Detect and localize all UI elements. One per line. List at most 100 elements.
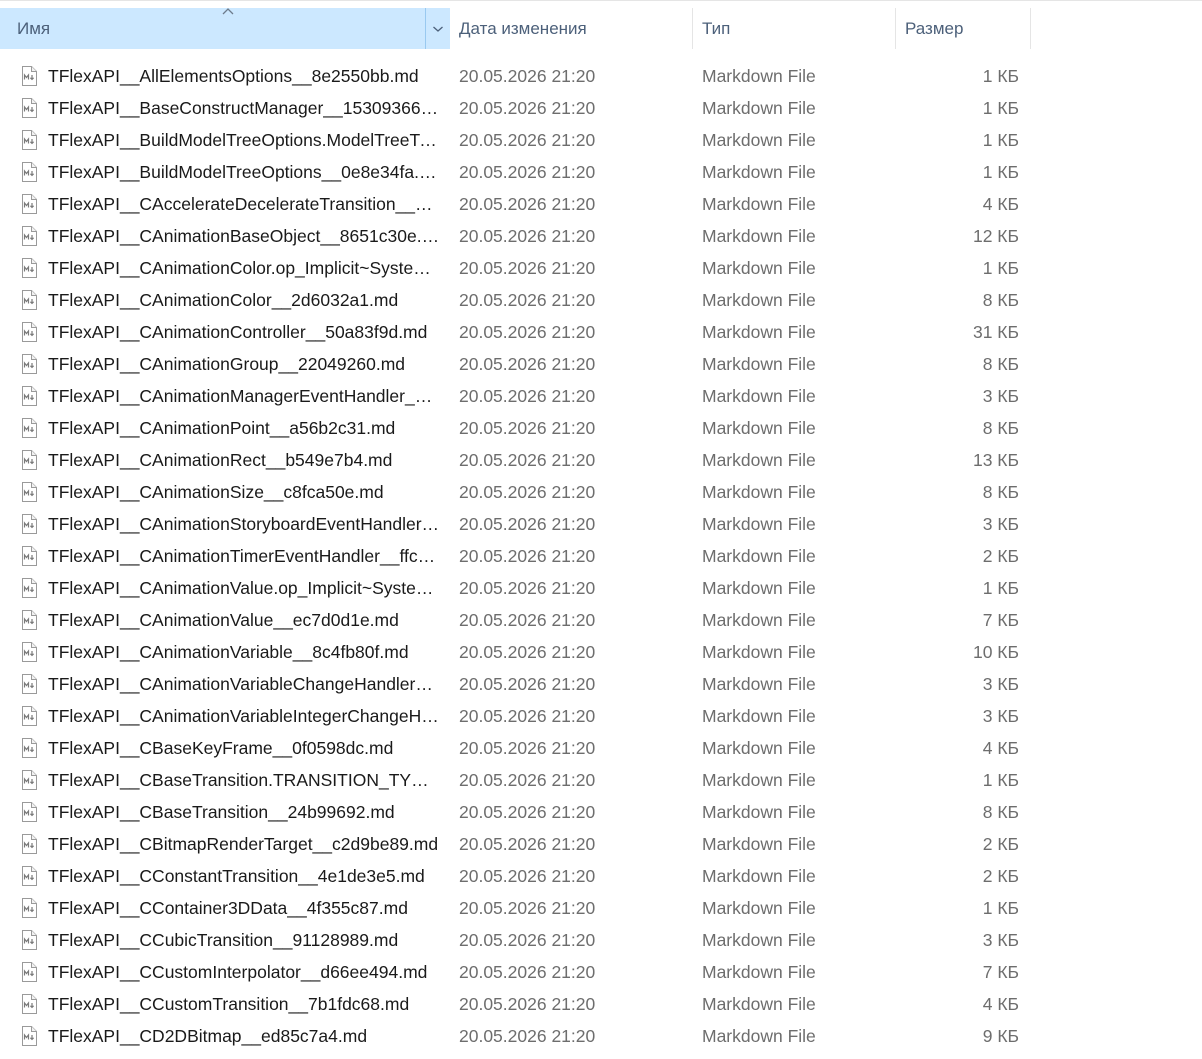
file-name[interactable]: TFlexAPI__CAnimationVariable__8c4fb80f.m…	[48, 636, 440, 668]
file-row[interactable]: TFlexAPI__CContainer3DData__4f355c87.md 2…	[0, 892, 1030, 924]
file-type: Markdown File	[702, 738, 816, 758]
file-name[interactable]: TFlexAPI__CBitmapRenderTarget__c2d9be89.…	[48, 828, 440, 860]
file-size: 2 КБ	[982, 546, 1019, 566]
file-row[interactable]: TFlexAPI__CAnimationVariableChangeHandle…	[0, 668, 1030, 700]
file-name[interactable]: TFlexAPI__CCustomTransition__7b1fdc68.md	[48, 988, 440, 1020]
file-name[interactable]: TFlexAPI__BaseConstructManager__15309366…	[48, 92, 440, 124]
file-name[interactable]: TFlexAPI__BuildModelTreeOptions__0e8e34f…	[48, 156, 440, 188]
column-menu-button[interactable]	[426, 8, 450, 49]
file-name[interactable]: TFlexAPI__CBaseKeyFrame__0f0598dc.md	[48, 732, 440, 764]
file-size: 9 КБ	[982, 1026, 1019, 1046]
file-size: 7 КБ	[982, 610, 1019, 630]
file-name[interactable]: TFlexAPI__CAnimationRect__b549e7b4.md	[48, 444, 440, 476]
file-row[interactable]: TFlexAPI__CAnimationVariableIntegerChang…	[0, 700, 1030, 732]
file-name[interactable]: TFlexAPI__CAnimationColor__2d6032a1.md	[48, 284, 440, 316]
file-row[interactable]: TFlexAPI__CAnimationGroup__22049260.md 20…	[0, 348, 1030, 380]
file-row[interactable]: TFlexAPI__CAnimationStoryboardEventHandl…	[0, 508, 1030, 540]
file-row[interactable]: TFlexAPI__CAnimationColor__2d6032a1.md 20…	[0, 284, 1030, 316]
file-name[interactable]: TFlexAPI__CAnimationVariableIntegerChang…	[48, 700, 440, 732]
file-type: Markdown File	[702, 866, 816, 886]
file-name[interactable]: TFlexAPI__BuildModelTreeOptions.ModelTre…	[48, 124, 440, 156]
markdown-file-icon	[21, 258, 37, 278]
file-name[interactable]: TFlexAPI__AllElementsOptions__8e2550bb.m…	[48, 60, 440, 92]
file-size: 3 КБ	[982, 514, 1019, 534]
file-name[interactable]: TFlexAPI__CAnimationColor.op_Implicit~Sy…	[48, 252, 440, 284]
file-type: Markdown File	[702, 98, 816, 118]
file-name[interactable]: TFlexAPI__CConstantTransition__4e1de3e5.…	[48, 860, 440, 892]
column-header-type[interactable]: Тип	[692, 8, 895, 49]
file-row[interactable]: TFlexAPI__CBaseTransition__24b99692.md 20…	[0, 796, 1030, 828]
file-row[interactable]: TFlexAPI__CAnimationBaseObject__8651c30e…	[0, 220, 1030, 252]
column-header-name[interactable]: Имя	[0, 8, 450, 49]
file-row[interactable]: TFlexAPI__CAnimationTimerEventHandler__f…	[0, 540, 1030, 572]
file-name[interactable]: TFlexAPI__CAnimationManagerEventHandler_…	[48, 380, 440, 412]
file-row[interactable]: TFlexAPI__CAnimationValue.op_Implicit~Sy…	[0, 572, 1030, 604]
markdown-file-icon	[21, 546, 37, 566]
file-name[interactable]: TFlexAPI__CAnimationGroup__22049260.md	[48, 348, 440, 380]
file-name[interactable]: TFlexAPI__CD2DBitmap__ed85c7a4.md	[48, 1020, 440, 1052]
file-size: 1 КБ	[982, 66, 1019, 86]
file-name[interactable]: TFlexAPI__CCubicTransition__91128989.md	[48, 924, 440, 956]
file-row[interactable]: TFlexAPI__CAccelerateDecelerateTransitio…	[0, 188, 1030, 220]
file-type: Markdown File	[702, 578, 816, 598]
file-name[interactable]: TFlexAPI__CAnimationController__50a83f9d…	[48, 316, 440, 348]
file-name[interactable]: TFlexAPI__CCustomInterpolator__d66ee494.…	[48, 956, 440, 988]
file-size: 3 КБ	[982, 930, 1019, 950]
file-type: Markdown File	[702, 258, 816, 278]
file-name[interactable]: TFlexAPI__CAnimationSize__c8fca50e.md	[48, 476, 440, 508]
file-name[interactable]: TFlexAPI__CAnimationVariableChangeHandle…	[48, 668, 440, 700]
file-size: 4 КБ	[982, 994, 1019, 1014]
file-name[interactable]: TFlexAPI__CAnimationBaseObject__8651c30e…	[48, 220, 440, 252]
markdown-file-icon	[21, 162, 37, 182]
file-row[interactable]: TFlexAPI__CCustomInterpolator__d66ee494.…	[0, 956, 1030, 988]
file-size: 2 КБ	[982, 834, 1019, 854]
file-name[interactable]: TFlexAPI__CBaseTransition__24b99692.md	[48, 796, 440, 828]
file-name[interactable]: TFlexAPI__CAnimationTimerEventHandler__f…	[48, 540, 440, 572]
file-type: Markdown File	[702, 802, 816, 822]
file-date-modified: 20.05.2026 21:20	[459, 898, 596, 918]
file-date-modified: 20.05.2026 21:20	[459, 482, 596, 502]
file-date-modified: 20.05.2026 21:20	[459, 994, 596, 1014]
file-name[interactable]: TFlexAPI__CAnimationValue__ec7d0d1e.md	[48, 604, 440, 636]
file-row[interactable]: TFlexAPI__CCustomTransition__7b1fdc68.md…	[0, 988, 1030, 1020]
file-row[interactable]: TFlexAPI__CAnimationManagerEventHandler_…	[0, 380, 1030, 412]
file-row[interactable]: TFlexAPI__CAnimationPoint__a56b2c31.md 20…	[0, 412, 1030, 444]
file-date-modified: 20.05.2026 21:20	[459, 834, 596, 854]
file-row[interactable]: TFlexAPI__AllElementsOptions__8e2550bb.m…	[0, 60, 1030, 92]
file-row[interactable]: TFlexAPI__CAnimationRect__b549e7b4.md 20.…	[0, 444, 1030, 476]
column-header-size[interactable]: Размер	[895, 8, 1030, 49]
file-name[interactable]: TFlexAPI__CContainer3DData__4f355c87.md	[48, 892, 440, 924]
file-name[interactable]: TFlexAPI__CAccelerateDecelerateTransitio…	[48, 188, 440, 220]
file-row[interactable]: TFlexAPI__CD2DBitmap__ed85c7a4.md 20.05.2…	[0, 1020, 1030, 1052]
file-row[interactable]: TFlexAPI__CAnimationColor.op_Implicit~Sy…	[0, 252, 1030, 284]
file-size: 8 КБ	[982, 802, 1019, 822]
file-row[interactable]: TFlexAPI__BuildModelTreeOptions.ModelTre…	[0, 124, 1030, 156]
file-name[interactable]: TFlexAPI__CAnimationValue.op_Implicit~Sy…	[48, 572, 440, 604]
file-explorer: Имя Дата изменения Тип Размер TFlexAPI__…	[0, 0, 1202, 1059]
file-type: Markdown File	[702, 322, 816, 342]
file-type: Markdown File	[702, 898, 816, 918]
file-row[interactable]: TFlexAPI__CAnimationValue__ec7d0d1e.md 20…	[0, 604, 1030, 636]
markdown-file-icon	[21, 834, 37, 854]
file-row[interactable]: TFlexAPI__CConstantTransition__4e1de3e5.…	[0, 860, 1030, 892]
file-name[interactable]: TFlexAPI__CAnimationStoryboardEventHandl…	[48, 508, 440, 540]
chevron-down-icon	[433, 26, 443, 32]
column-header-date[interactable]: Дата изменения	[450, 8, 692, 49]
file-row[interactable]: TFlexAPI__BuildModelTreeOptions__0e8e34f…	[0, 156, 1030, 188]
file-row[interactable]: TFlexAPI__BaseConstructManager__15309366…	[0, 92, 1030, 124]
column-divider[interactable]	[1030, 8, 1031, 49]
file-row[interactable]: TFlexAPI__CBaseKeyFrame__0f0598dc.md 20.0…	[0, 732, 1030, 764]
file-row[interactable]: TFlexAPI__CBaseTransition.TRANSITION_TYP…	[0, 764, 1030, 796]
file-name[interactable]: TFlexAPI__CAnimationPoint__a56b2c31.md	[48, 412, 440, 444]
file-date-modified: 20.05.2026 21:20	[459, 802, 596, 822]
file-size: 4 КБ	[982, 738, 1019, 758]
file-type: Markdown File	[702, 930, 816, 950]
file-date-modified: 20.05.2026 21:20	[459, 546, 596, 566]
file-row[interactable]: TFlexAPI__CAnimationVariable__8c4fb80f.m…	[0, 636, 1030, 668]
file-row[interactable]: TFlexAPI__CBitmapRenderTarget__c2d9be89.…	[0, 828, 1030, 860]
file-name[interactable]: TFlexAPI__CBaseTransition.TRANSITION_TYP…	[48, 764, 440, 796]
file-row[interactable]: TFlexAPI__CAnimationController__50a83f9d…	[0, 316, 1030, 348]
file-row[interactable]: TFlexAPI__CAnimationSize__c8fca50e.md 20.…	[0, 476, 1030, 508]
file-row[interactable]: TFlexAPI__CCubicTransition__91128989.md 2…	[0, 924, 1030, 956]
markdown-file-icon	[21, 418, 37, 438]
